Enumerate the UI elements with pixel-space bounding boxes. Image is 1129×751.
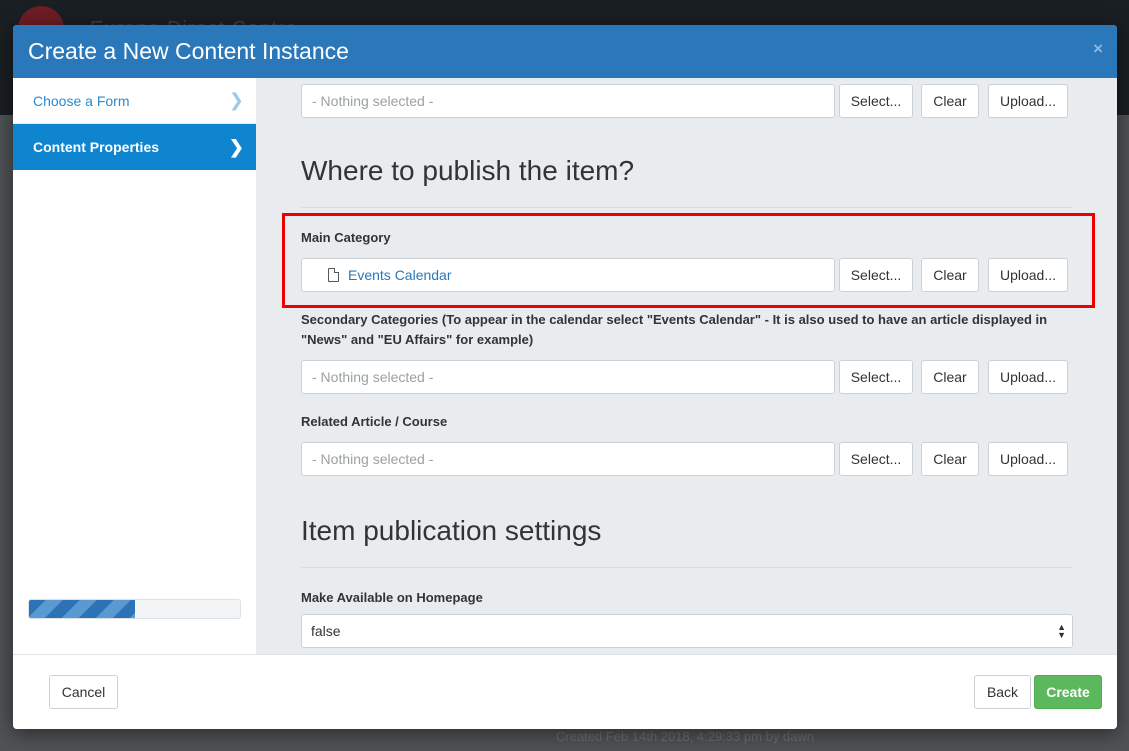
modal-body: Choose a Form ❯ Content Properties ❯ - N… — [13, 78, 1117, 654]
top-picker-field[interactable]: - Nothing selected - — [301, 84, 835, 118]
content-properties-form: - Nothing selected - Select... Clear Upl… — [256, 78, 1117, 654]
secondary-categories-label: Secondary Categories (To appear in the c… — [301, 312, 1048, 347]
select-button[interactable]: Select... — [839, 258, 913, 292]
sidebar-item-label: Choose a Form — [33, 92, 130, 109]
select-button[interactable]: Select... — [839, 84, 913, 118]
publish-section-heading: Where to publish the item? — [301, 155, 635, 186]
related-article-label: Related Article / Course — [301, 414, 448, 429]
clear-button[interactable]: Clear — [921, 84, 979, 118]
upload-button[interactable]: Upload... — [988, 442, 1068, 476]
main-category-row: Events Calendar Select... Clear Upload..… — [301, 258, 1069, 292]
main-category-value[interactable]: Events Calendar — [348, 267, 452, 283]
modal-title: Create a New Content Instance — [28, 38, 349, 64]
chevron-right-icon: ❯ — [228, 90, 244, 110]
back-button[interactable]: Back — [974, 675, 1031, 709]
select-button[interactable]: Select... — [839, 360, 913, 394]
main-category-field[interactable]: Events Calendar — [301, 258, 835, 292]
main-category-label: Main Category — [301, 230, 391, 245]
document-icon — [328, 268, 339, 282]
sidebar-item-content-properties[interactable]: Content Properties ❯ — [13, 124, 256, 170]
upload-button[interactable]: Upload... — [988, 360, 1068, 394]
select-button[interactable]: Select... — [839, 442, 913, 476]
top-picker-row: - Nothing selected - Select... Clear Upl… — [301, 84, 1069, 118]
create-button[interactable]: Create — [1034, 675, 1102, 709]
sidebar-item-choose-form[interactable]: Choose a Form ❯ — [13, 78, 256, 124]
wizard-sidebar: Choose a Form ❯ Content Properties ❯ — [13, 78, 256, 654]
wizard-progress-bar — [28, 599, 241, 619]
related-article-row: - Nothing selected - Select... Clear Upl… — [301, 442, 1069, 476]
select-arrows-icon: ▲ ▼ — [1057, 622, 1066, 640]
clear-button[interactable]: Clear — [921, 360, 979, 394]
modal-footer: Cancel Back Create — [13, 654, 1117, 729]
close-icon[interactable]: × — [1093, 39, 1103, 59]
homepage-label: Make Available on Homepage — [301, 590, 483, 605]
secondary-categories-field[interactable]: - Nothing selected - — [301, 360, 835, 394]
secondary-categories-row: - Nothing selected - Select... Clear Upl… — [301, 360, 1069, 394]
section-divider — [301, 567, 1073, 568]
homepage-select[interactable]: false ▲ ▼ — [301, 614, 1073, 648]
progress-bar-fill — [29, 600, 135, 618]
homepage-select-value: false — [311, 623, 341, 639]
publication-settings-heading: Item publication settings — [301, 515, 602, 546]
clear-button[interactable]: Clear — [921, 258, 979, 292]
related-article-field[interactable]: - Nothing selected - — [301, 442, 835, 476]
modal-header: Create a New Content Instance × — [13, 25, 1117, 78]
section-divider — [301, 207, 1073, 208]
clear-button[interactable]: Clear — [921, 442, 979, 476]
upload-button[interactable]: Upload... — [988, 258, 1068, 292]
chevron-right-icon: ❯ — [228, 136, 244, 157]
upload-button[interactable]: Upload... — [988, 84, 1068, 118]
cancel-button[interactable]: Cancel — [49, 675, 118, 709]
create-content-modal: Create a New Content Instance × Choose a… — [13, 25, 1117, 729]
background-meta-text: Created Feb 14th 2018, 4:29:33 pm by daw… — [556, 729, 815, 744]
sidebar-item-label: Content Properties — [33, 139, 160, 155]
